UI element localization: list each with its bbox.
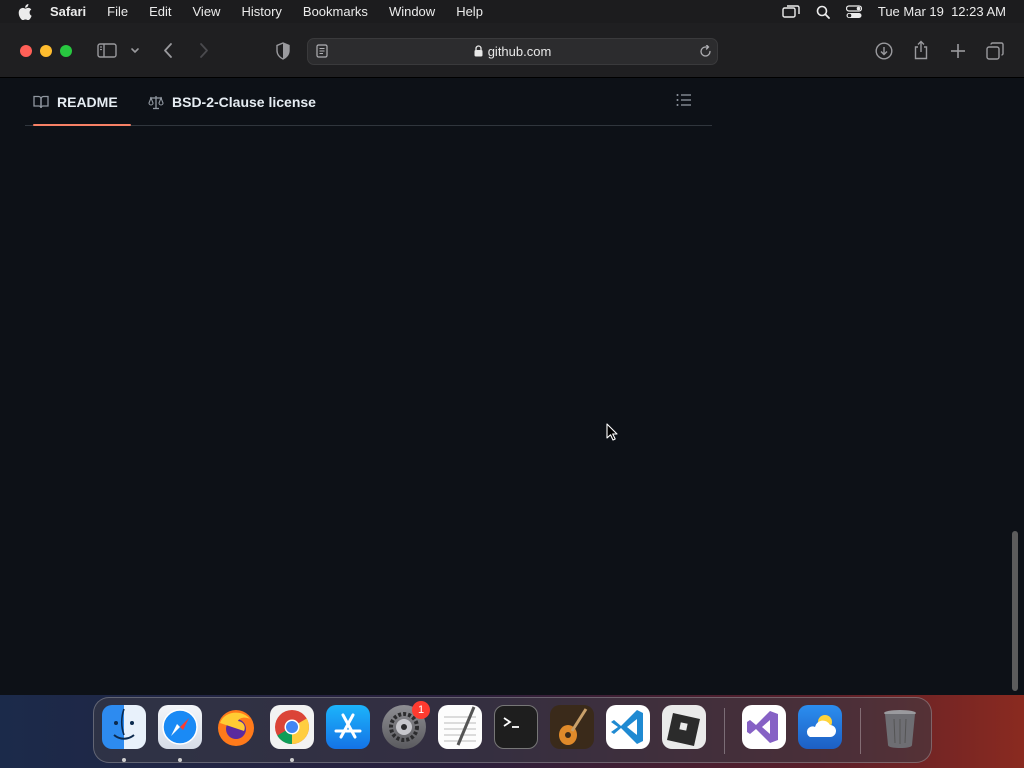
control-center-icon[interactable] — [845, 4, 862, 19]
running-indicator — [178, 758, 182, 762]
dock-app-safari[interactable] — [158, 705, 202, 749]
running-indicator — [290, 758, 294, 762]
dock-app-visual-studio[interactable] — [742, 705, 786, 749]
dock-app-vscode[interactable] — [606, 705, 650, 749]
scrollbar-thumb[interactable] — [1012, 531, 1018, 691]
active-tab-indicator — [33, 124, 131, 126]
chevron-down-icon[interactable] — [130, 47, 140, 55]
address-bar[interactable]: github.com — [307, 38, 718, 65]
forward-icon[interactable] — [198, 42, 210, 59]
menu-edit[interactable]: Edit — [149, 4, 171, 19]
close-window-button[interactable] — [20, 45, 32, 57]
dock-app-textedit[interactable] — [438, 705, 482, 749]
menubar-clock[interactable]: Tue Mar 19 12:23 AM — [878, 4, 1006, 19]
list-outline-icon[interactable] — [676, 93, 692, 112]
browser-toolbar: github.com — [0, 23, 1024, 78]
back-icon[interactable] — [162, 42, 174, 59]
menu-app-name[interactable]: Safari — [50, 4, 86, 19]
dock-app-finder[interactable] — [102, 705, 146, 749]
menu-history[interactable]: History — [241, 4, 281, 19]
mouse-pointer-icon — [606, 423, 618, 446]
download-icon[interactable] — [875, 42, 893, 60]
tab-license-label: BSD-2-Clause license — [172, 94, 316, 110]
url-text: github.com — [487, 44, 552, 59]
dock-app-weather[interactable] — [798, 705, 842, 749]
menu-view[interactable]: View — [193, 4, 221, 19]
minimize-window-button[interactable] — [40, 45, 52, 57]
share-icon[interactable] — [913, 40, 929, 60]
new-tab-icon[interactable] — [950, 43, 966, 59]
tab-overview-icon[interactable] — [986, 42, 1004, 60]
dock-separator — [860, 708, 861, 754]
dock-app-garageband[interactable] — [550, 705, 594, 749]
menu-help[interactable]: Help — [456, 4, 483, 19]
menu-bar: Safari File Edit View History Bookmarks … — [0, 0, 1024, 23]
lock-icon — [474, 45, 483, 60]
sidebar-icon[interactable] — [97, 43, 117, 58]
zoom-window-button[interactable] — [60, 45, 72, 57]
dock-app-roblox[interactable] — [662, 705, 706, 749]
menu-bookmarks[interactable]: Bookmarks — [303, 4, 368, 19]
dock-app-chrome[interactable] — [270, 705, 314, 749]
page-content: README BSD-2-Clause license — [0, 78, 1024, 695]
dock: 1 — [93, 697, 932, 763]
running-indicator — [122, 758, 126, 762]
safari-window: github.com README BSD-2-Clause license — [0, 23, 1024, 695]
apple-menu-icon[interactable] — [18, 3, 36, 20]
tab-license[interactable]: BSD-2-Clause license — [148, 78, 316, 126]
spotlight-search-icon[interactable] — [816, 5, 830, 19]
privacy-shield-icon[interactable] — [275, 42, 291, 60]
page-scrollbar[interactable] — [1010, 78, 1020, 695]
dock-app-terminal[interactable] — [494, 705, 538, 749]
dock-separator — [724, 708, 725, 754]
menu-window[interactable]: Window — [389, 4, 435, 19]
tab-readme[interactable]: README — [33, 78, 118, 126]
reload-icon[interactable] — [699, 45, 712, 58]
dock-app-app-store[interactable] — [326, 705, 370, 749]
scale-icon — [148, 95, 164, 110]
tab-readme-label: README — [57, 94, 118, 110]
dock-app-firefox[interactable] — [214, 705, 258, 749]
screen-mirroring-icon[interactable] — [782, 4, 800, 19]
url-display[interactable]: github.com — [308, 44, 717, 60]
repo-file-tabs: README BSD-2-Clause license — [25, 78, 712, 126]
dock-app-system-settings[interactable]: 1 — [382, 701, 430, 749]
notification-badge: 1 — [412, 701, 430, 719]
book-icon — [33, 95, 49, 109]
menu-file[interactable]: File — [107, 4, 128, 19]
dock-app-trash[interactable] — [878, 705, 922, 749]
